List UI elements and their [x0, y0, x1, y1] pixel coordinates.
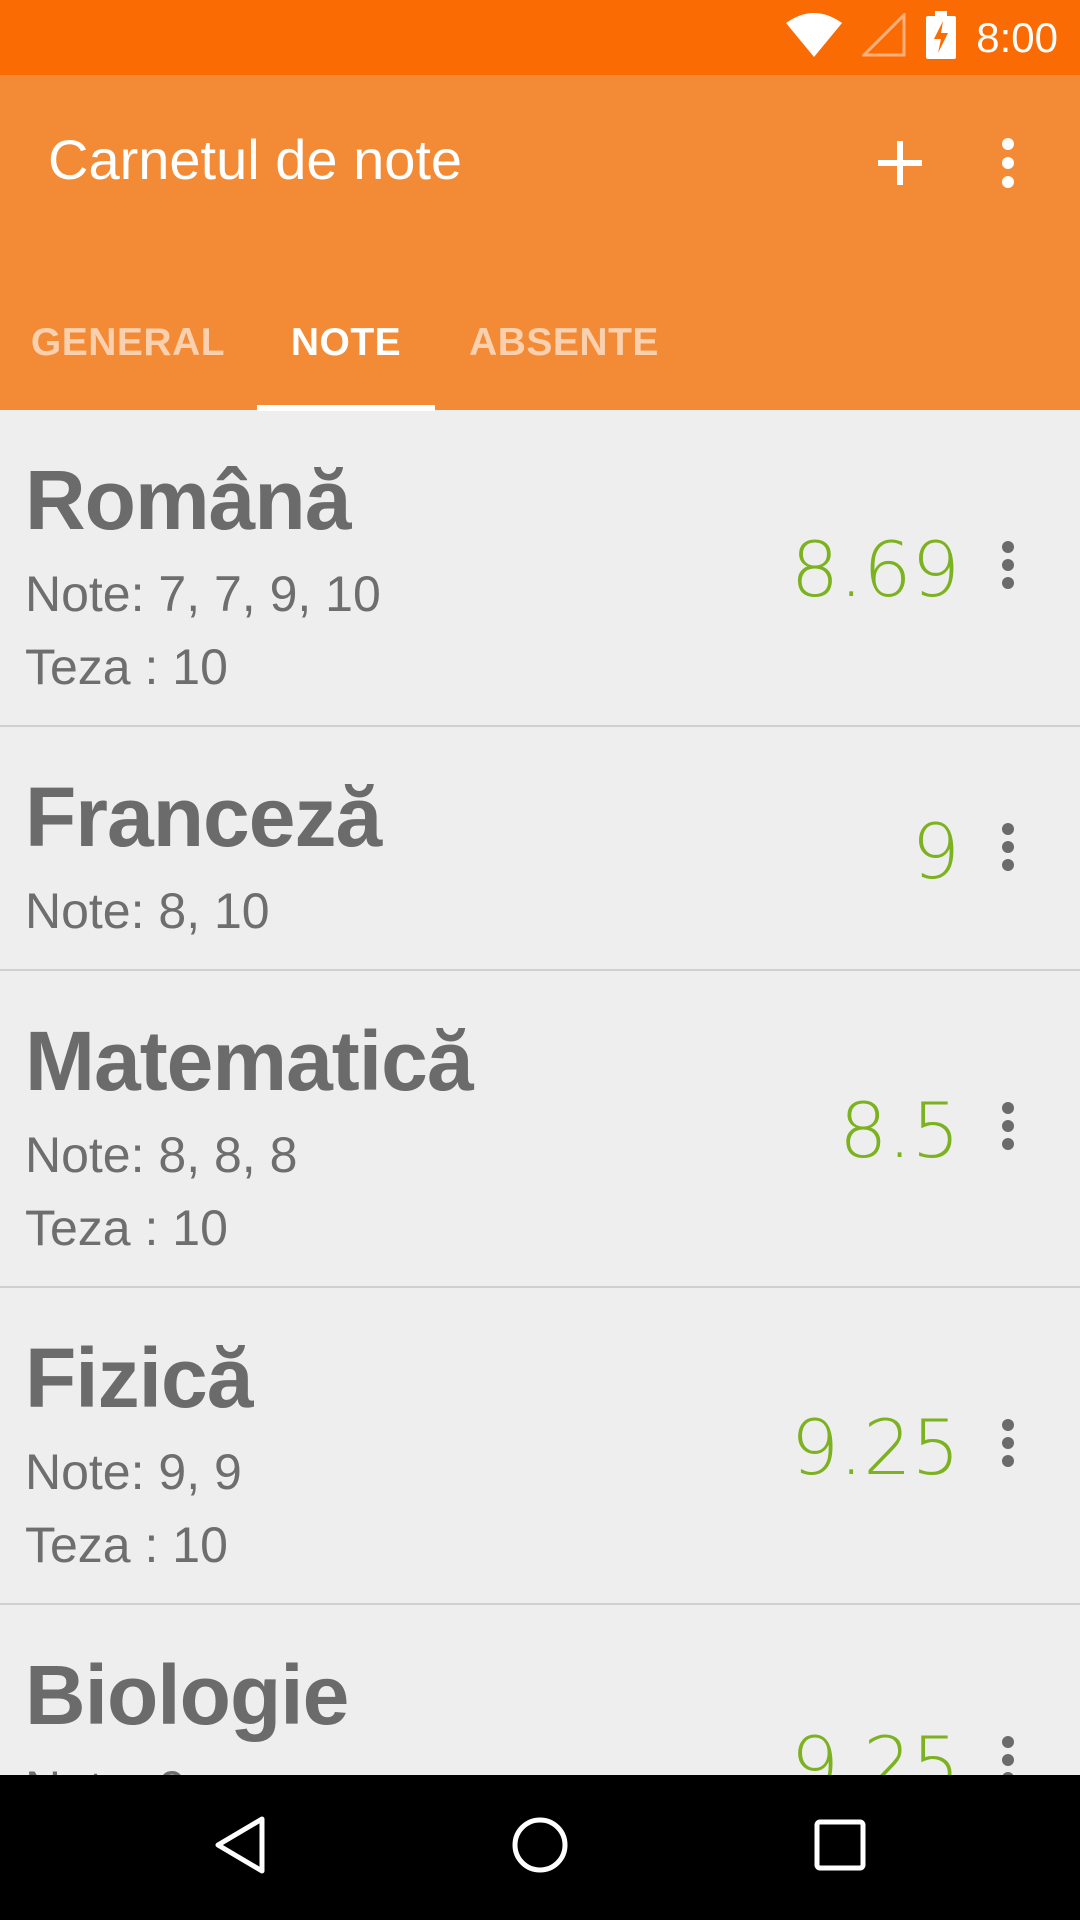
- tab-general[interactable]: GENERAL: [22, 275, 234, 410]
- overflow-menu-icon: [1001, 540, 1015, 595]
- row-overflow-button[interactable]: [988, 1727, 1028, 1775]
- row-overflow-button[interactable]: [988, 532, 1028, 602]
- list-item[interactable]: Franceză Note: 8, 10 9: [0, 727, 1080, 971]
- tab-absente[interactable]: ABSENTE: [462, 275, 666, 410]
- battery-charging-icon: [926, 11, 957, 64]
- subject-grades: Note: 9: [25, 1760, 186, 1775]
- subject-grades: Note: 8, 8, 8: [25, 1127, 298, 1183]
- app-bar: Carnetul de note GENERAL NOTE ABSENTE: [0, 75, 1080, 411]
- home-button[interactable]: [470, 1775, 610, 1920]
- list-item[interactable]: Fizică Note: 9, 9 Teza : 10 9.25: [0, 1288, 1080, 1605]
- status-bar: 8:00: [0, 0, 1080, 75]
- subject-exam: Teza : 10: [25, 639, 228, 695]
- status-time: 8:00: [976, 13, 1058, 61]
- status-icons: 8:00: [786, 0, 1058, 75]
- back-button[interactable]: [170, 1775, 310, 1920]
- subject-name: Matematică: [25, 1014, 474, 1108]
- recents-icon: [813, 1818, 867, 1877]
- row-overflow-button[interactable]: [988, 814, 1028, 884]
- list-item[interactable]: Matematică Note: 8, 8, 8 Teza : 10 8.5: [0, 971, 1080, 1288]
- subject-exam: Teza : 10: [25, 1517, 228, 1573]
- row-overflow-button[interactable]: [988, 1093, 1028, 1163]
- navigation-bar: [0, 1775, 1080, 1920]
- tab-bar: GENERAL NOTE ABSENTE: [0, 275, 1080, 410]
- subject-average: 8.5: [839, 1086, 960, 1175]
- add-button[interactable]: [860, 125, 940, 205]
- subject-average: 9.25: [790, 1720, 960, 1775]
- subject-grades: Note: 8, 10: [25, 883, 270, 939]
- subject-name: Biologie: [25, 1648, 349, 1742]
- recents-button[interactable]: [770, 1775, 910, 1920]
- list-item[interactable]: Biologie Note: 9 9.25: [0, 1605, 1080, 1775]
- subject-average: 9: [911, 807, 960, 896]
- wifi-icon: [786, 13, 843, 62]
- tab-note[interactable]: NOTE: [257, 275, 435, 410]
- subject-grades: Note: 7, 7, 9, 10: [25, 566, 381, 622]
- subject-name: Română: [25, 453, 351, 547]
- cell-signal-icon: [860, 11, 906, 62]
- subject-name: Fizică: [25, 1331, 253, 1425]
- overflow-menu-icon: [1000, 137, 1016, 194]
- overflow-menu-icon: [1001, 822, 1015, 877]
- subject-average: 8.69: [790, 525, 960, 614]
- app-title: Carnetul de note: [48, 128, 463, 191]
- subject-name: Franceză: [25, 770, 382, 864]
- subject-exam: Teza : 10: [25, 1200, 228, 1256]
- overflow-menu-icon: [1001, 1418, 1015, 1473]
- home-icon: [510, 1815, 570, 1880]
- overflow-menu-button[interactable]: [968, 125, 1048, 205]
- grades-list: Română Note: 7, 7, 9, 10 Teza : 10 8.69 …: [0, 410, 1080, 1775]
- back-icon: [212, 1815, 268, 1880]
- row-overflow-button[interactable]: [988, 1410, 1028, 1480]
- subject-grades: Note: 9, 9: [25, 1444, 242, 1500]
- subject-average: 9.25: [790, 1403, 960, 1492]
- overflow-menu-icon: [1001, 1735, 1015, 1775]
- list-item[interactable]: Română Note: 7, 7, 9, 10 Teza : 10 8.69: [0, 410, 1080, 727]
- overflow-menu-icon: [1001, 1101, 1015, 1156]
- add-icon: [876, 139, 924, 192]
